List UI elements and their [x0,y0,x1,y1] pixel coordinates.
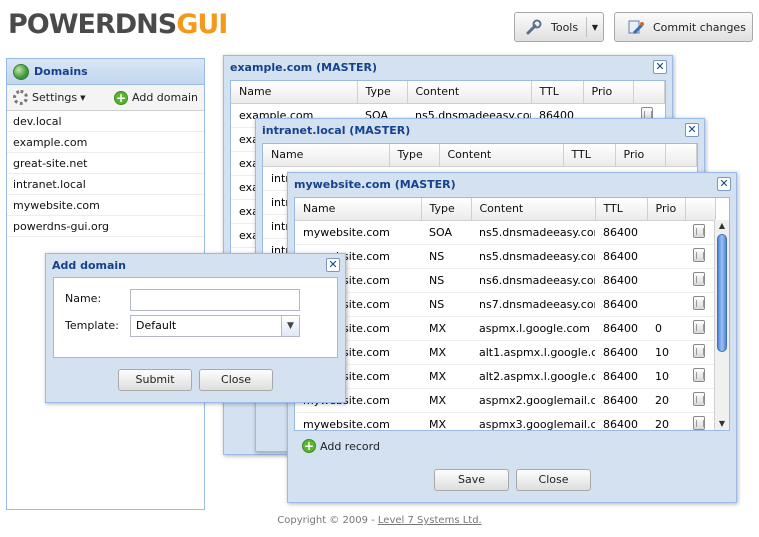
domain-item[interactable]: mywebsite.com [7,195,204,216]
name-field[interactable] [130,289,300,311]
table-row[interactable]: mywebsite.comMXaspmx3.googlemail.com8640… [295,412,716,430]
commit-icon [628,20,644,35]
col-type[interactable]: Type [421,198,472,221]
domain-list: dev.local example.com great-site.net int… [7,111,204,237]
add-domain-button[interactable]: + Add domain [114,90,198,105]
domain-item[interactable]: example.com [7,132,204,153]
col-type[interactable]: Type [389,144,440,167]
delete-icon[interactable] [693,319,705,334]
template-select[interactable]: Default ▼ [130,315,300,337]
tools-label: Tools [551,20,579,34]
close-icon[interactable]: ✕ [685,123,699,137]
table-row[interactable]: mywebsite.comMXaspmx2.googlemail.com8640… [295,388,716,413]
close-icon[interactable]: ✕ [326,258,340,272]
scroll-down-icon[interactable]: ▼ [715,418,729,430]
add-icon: + [114,90,128,105]
window-mywebsite-com: mywebsite.com (MASTER) ✕ Name Type Conte… [287,172,737,503]
domain-item[interactable]: dev.local [7,111,204,132]
gear-icon [13,90,28,105]
chevron-down-icon[interactable]: ▼ [281,316,299,336]
window-title: example.com (MASTER) ✕ [224,56,672,78]
col-ttl[interactable]: TTL [595,198,648,221]
add-icon: + [302,439,316,453]
close-button[interactable]: Close [516,469,591,491]
close-icon[interactable]: ✕ [717,177,731,191]
col-name[interactable]: Name [263,144,390,167]
template-label: Template: [65,319,119,332]
table-row[interactable]: mywebsite.com SOA ns5.dnsmadeeasy.com 86400 [295,220,716,245]
footer: Copyright © 2009 - Level 7 Systems Ltd. [0,515,759,526]
delete-icon[interactable] [693,367,705,382]
table-row[interactable]: mywebsite.com NS ns7.dnsmadeeasy.com 86400 [295,292,716,317]
commit-label: Commit changes [653,20,746,34]
add-domain-dialog: Add domain ✕ Name: Template: Default ▼ S… [45,253,346,403]
window-title: mywebsite.com (MASTER) ✕ [288,173,736,195]
chevron-down-icon: ▼ [591,23,598,32]
settings-menu-button[interactable]: Settings ▼ [13,90,86,105]
col-content[interactable]: Content [471,198,596,221]
window-title-text: mywebsite.com (MASTER) [294,177,456,191]
dialog-title-text: Add domain [52,258,127,272]
domains-title: Domains [34,65,88,78]
wrench-icon [526,19,542,35]
logo-text-part2: GUI [176,9,228,40]
vertical-scrollbar[interactable]: ▲ ▼ [714,220,729,430]
logo-text-part1: POWERDNS [8,9,177,40]
delete-icon[interactable] [693,271,705,286]
window-title-text: example.com (MASTER) [230,60,378,74]
delete-icon[interactable] [693,247,705,262]
table-row[interactable]: mywebsite.com MX aspmx.l.google.com 86400 0 [295,316,716,341]
col-prio[interactable]: Prio [615,144,666,167]
domain-item[interactable]: intranet.local [7,174,204,195]
col-type[interactable]: Type [357,81,408,104]
app-logo: POWERDNSGUI [8,9,228,40]
col-prio[interactable]: Prio [583,81,634,104]
domain-item[interactable]: great-site.net [7,153,204,174]
window-title-text: intranet.local (MASTER) [262,123,411,137]
submit-button[interactable]: Submit [118,369,192,391]
tools-menu-button[interactable]: Tools ▼ [514,12,604,42]
col-content[interactable]: Content [407,81,532,104]
records-grid: Name Type Content TTL Prio mywebsite.com… [294,197,730,431]
window-title: intranet.local (MASTER) ✕ [256,119,704,141]
domains-panel-header: Domains [7,59,204,85]
copyright-text: Copyright © 2009 - [277,515,378,526]
add-domain-label: Add domain [132,91,198,104]
table-row[interactable]: mywebsite.comMXalt1.aspmx.l.google.com86… [295,340,716,365]
scroll-thumb[interactable] [717,234,727,352]
col-ttl[interactable]: TTL [563,144,616,167]
close-button[interactable]: Close [199,369,273,391]
chevron-down-icon: ▼ [80,93,86,102]
delete-icon[interactable] [693,295,705,310]
domains-toolbar: Settings ▼ + Add domain [7,85,204,111]
commit-changes-button[interactable]: Commit changes [614,12,753,42]
delete-icon[interactable] [693,391,705,406]
add-record-label: Add record [320,439,380,453]
dialog-title: Add domain ✕ [46,254,345,276]
template-value: Default [136,319,177,332]
dialog-form: Name: Template: Default ▼ [53,277,338,358]
domain-item[interactable]: powerdns-gui.org [7,216,204,237]
table-row[interactable]: mywebsite.comMXalt2.aspmx.l.google.com86… [295,364,716,389]
delete-icon[interactable] [693,223,705,238]
col-name[interactable]: Name [231,81,358,104]
name-label: Name: [65,292,102,305]
settings-label: Settings [32,91,78,104]
close-icon[interactable]: ✕ [653,60,667,74]
add-record-button[interactable]: + Add record [294,433,730,459]
delete-icon[interactable] [693,343,705,358]
col-name[interactable]: Name [295,198,422,221]
delete-icon[interactable] [693,415,705,430]
table-row[interactable]: mywebsite.com NS ns6.dnsmadeeasy.com 86400 [295,268,716,293]
save-button[interactable]: Save [434,469,509,491]
col-prio[interactable]: Prio [647,198,686,221]
table-row[interactable]: mywebsite.com NS ns5.dnsmadeeasy.com 86400 [295,244,716,269]
company-link[interactable]: Level 7 Systems Ltd. [378,515,482,526]
scroll-up-icon[interactable]: ▲ [715,220,729,232]
col-ttl[interactable]: TTL [531,81,584,104]
globe-icon [13,63,29,80]
col-content[interactable]: Content [439,144,564,167]
